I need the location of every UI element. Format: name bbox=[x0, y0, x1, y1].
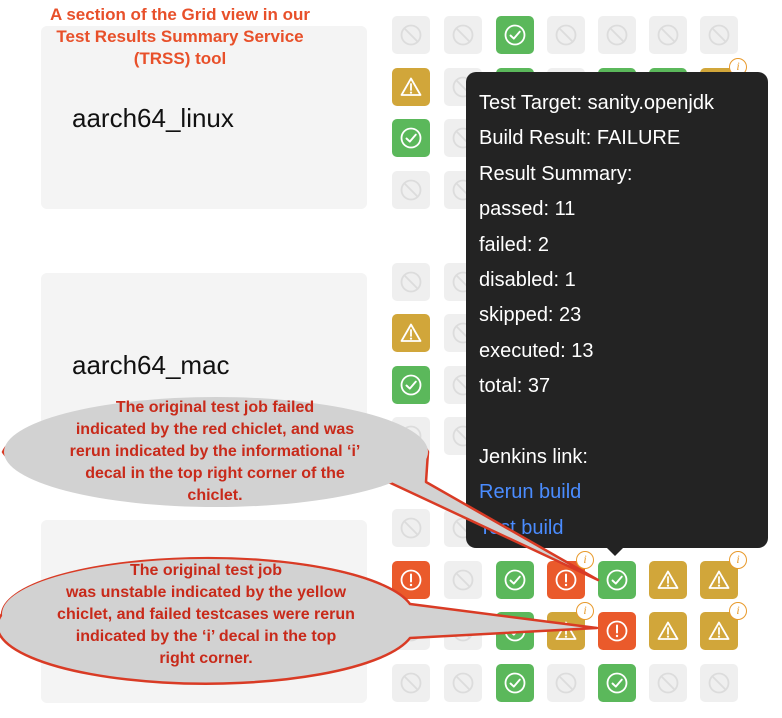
info-decal-icon: i bbox=[729, 602, 747, 620]
chiclet-disabled[interactable] bbox=[598, 16, 636, 54]
info-decal-icon: i bbox=[576, 602, 594, 620]
title-line: A section of the Grid view in our bbox=[49, 5, 311, 24]
disabled-icon bbox=[606, 24, 628, 46]
platform-label-aarch64-mac: aarch64_mac bbox=[72, 350, 230, 380]
callout-line: decal in the top right corner of the bbox=[85, 465, 345, 482]
warning-triangle-icon bbox=[657, 570, 679, 589]
chiclet-disabled[interactable] bbox=[392, 509, 430, 547]
callout-line: was unstable indicated by the yellow bbox=[65, 584, 347, 601]
chiclet-unstable[interactable] bbox=[392, 68, 430, 106]
disabled-icon bbox=[657, 672, 679, 694]
disabled-icon bbox=[452, 672, 474, 694]
info-decal-icon: i bbox=[576, 551, 594, 569]
disabled-icon bbox=[452, 569, 474, 591]
warning-triangle-icon bbox=[400, 323, 422, 342]
build-tooltip: Test Target: sanity.openjdk Build Result… bbox=[466, 72, 768, 548]
chiclet-disabled[interactable] bbox=[444, 664, 482, 702]
rerun-build-link[interactable]: Rerun build bbox=[479, 481, 581, 503]
tooltip-result-summary-label: Result Summary: bbox=[479, 162, 633, 185]
chiclet-disabled[interactable] bbox=[392, 263, 430, 301]
tooltip-test-target: Test Target: sanity.openjdk bbox=[479, 92, 714, 114]
check-circle-icon bbox=[606, 672, 628, 694]
callout-line: right corner. bbox=[159, 650, 253, 667]
disabled-icon bbox=[452, 620, 474, 642]
disabled-icon bbox=[555, 672, 577, 694]
chiclet-disabled[interactable] bbox=[700, 16, 738, 54]
disabled-icon bbox=[400, 271, 422, 293]
disabled-icon bbox=[708, 672, 730, 694]
tooltip-build-result: Build Result: FAILURE bbox=[479, 127, 681, 150]
disabled-icon bbox=[657, 24, 679, 46]
check-circle-icon bbox=[504, 672, 526, 694]
tooltip-total: total: 37 bbox=[479, 375, 551, 398]
chiclet-pass[interactable] bbox=[598, 561, 636, 599]
callout-line: The original test job bbox=[129, 562, 282, 579]
chiclet-disabled[interactable] bbox=[700, 664, 738, 702]
chiclet-disabled[interactable] bbox=[392, 16, 430, 54]
chiclet-disabled[interactable] bbox=[547, 16, 585, 54]
chiclet-pass[interactable] bbox=[496, 612, 534, 650]
tooltip-failed: failed: 2 bbox=[479, 233, 550, 256]
tooltip-jenkins-label: Jenkins link: bbox=[479, 445, 588, 468]
chiclet-fail[interactable] bbox=[598, 612, 636, 650]
chiclet-pass[interactable] bbox=[392, 119, 430, 157]
chiclet-unstable[interactable] bbox=[649, 612, 687, 650]
tooltip-disabled: disabled: 1 bbox=[479, 268, 576, 291]
warning-triangle-icon bbox=[400, 77, 422, 96]
chiclet-disabled[interactable] bbox=[547, 664, 585, 702]
callout-line: rerun indicated by the informational ‘i’ bbox=[69, 443, 361, 460]
tooltip-skipped: skipped: 23 bbox=[479, 304, 582, 327]
check-circle-icon bbox=[504, 24, 526, 46]
disabled-icon bbox=[708, 24, 730, 46]
callout-line: The original test job failed bbox=[115, 399, 315, 416]
callout-line: chiclet, and failed testcases were rerun bbox=[57, 606, 355, 623]
chiclet-disabled[interactable] bbox=[649, 664, 687, 702]
callout-line: indicated by the red chiclet, and was bbox=[75, 421, 355, 438]
tooltip-executed: executed: 13 bbox=[479, 339, 594, 362]
chiclet-disabled[interactable] bbox=[444, 612, 482, 650]
chiclet-pass[interactable] bbox=[496, 664, 534, 702]
test-build-link[interactable]: Test build bbox=[479, 517, 564, 539]
disabled-icon bbox=[400, 24, 422, 46]
warning-triangle-icon bbox=[657, 621, 679, 640]
title-line: (TRSS) tool bbox=[133, 49, 227, 68]
exclamation-circle-icon bbox=[606, 620, 628, 642]
disabled-icon bbox=[400, 179, 422, 201]
info-decal-icon: i bbox=[729, 551, 747, 569]
disabled-icon bbox=[452, 24, 474, 46]
callout-text-failed: The original test job failed indicated b… bbox=[10, 397, 420, 507]
disabled-icon bbox=[555, 24, 577, 46]
chiclet-unstable[interactable] bbox=[649, 561, 687, 599]
chiclet-unstable[interactable] bbox=[392, 314, 430, 352]
chiclet-disabled[interactable] bbox=[649, 16, 687, 54]
check-circle-icon bbox=[504, 620, 526, 642]
chiclet-disabled[interactable] bbox=[392, 171, 430, 209]
platform-label-aarch64-linux: aarch64_linux bbox=[72, 103, 234, 133]
title-line: Test Results Summary Service bbox=[56, 27, 304, 46]
title-annotation: A section of the Grid view in our Test R… bbox=[10, 4, 350, 70]
callout-line: chiclet. bbox=[187, 487, 243, 504]
chiclet-pass[interactable] bbox=[496, 561, 534, 599]
chiclet-pass[interactable] bbox=[496, 16, 534, 54]
tooltip-arrow bbox=[606, 547, 624, 556]
disabled-icon bbox=[400, 517, 422, 539]
chiclet-disabled[interactable] bbox=[444, 16, 482, 54]
tooltip-passed: passed: 11 bbox=[479, 198, 576, 221]
chiclet-disabled[interactable] bbox=[444, 561, 482, 599]
chiclet-pass[interactable] bbox=[598, 664, 636, 702]
check-circle-icon bbox=[504, 569, 526, 591]
tooltip-spacer bbox=[479, 405, 768, 440]
callout-text-unstable: The original test job was unstable indic… bbox=[6, 560, 406, 670]
check-circle-icon bbox=[606, 569, 628, 591]
check-circle-icon bbox=[400, 127, 422, 149]
callout-line: indicated by the ‘i’ decal in the top bbox=[75, 628, 337, 645]
